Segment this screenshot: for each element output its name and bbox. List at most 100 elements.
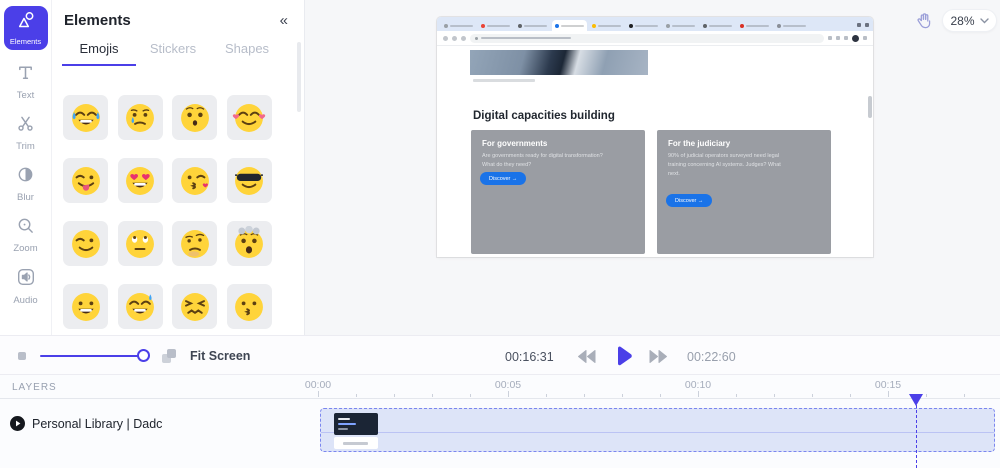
ruler-label: 00:10 (685, 379, 711, 391)
tab-title-skeleton (598, 25, 621, 27)
fit-screen-button[interactable]: Fit Screen (190, 349, 250, 363)
elements-icon (16, 10, 36, 35)
elements-panel: Elements « EmojisStickersShapes (52, 0, 305, 335)
address-bar (470, 34, 824, 43)
restore-icon (857, 23, 861, 27)
emoji-hushed-face[interactable] (172, 95, 217, 140)
card-for-the-judiciary: For the judiciary 90% of judicial operat… (657, 130, 831, 254)
play-button[interactable] (611, 336, 635, 376)
ruler-label: 00:05 (495, 379, 521, 391)
forward-icon (452, 36, 457, 41)
play-icon (611, 344, 635, 368)
extension-icon (828, 36, 832, 40)
ruler-tick (888, 391, 889, 397)
tab-favicon (629, 24, 633, 28)
tab-favicon (666, 24, 670, 28)
layer-item[interactable]: Personal Library | Dadc (10, 416, 162, 431)
emoji-thinking-face[interactable] (172, 221, 217, 266)
sidebar-item-label: Zoom (13, 243, 37, 254)
layer-name: Personal Library | Dadc (32, 417, 162, 431)
grinning-face-icon (68, 289, 104, 325)
emoji-face-with-tears-of-joy[interactable] (63, 95, 108, 140)
emoji-smiling-face-with-hearts[interactable] (227, 95, 272, 140)
ruler-tick (926, 394, 927, 398)
video-preview-frame[interactable]: Digital capacities building For governme… (437, 17, 873, 257)
clip-thumbnail (334, 413, 378, 435)
panel-tabs: EmojisStickersShapes (62, 41, 304, 66)
timeline-clip[interactable] (320, 408, 995, 452)
ruler-tick (584, 394, 585, 398)
layers-header: LAYERS (12, 382, 57, 393)
page-heading: Digital capacities building (473, 110, 615, 122)
ruler-tick (812, 394, 813, 398)
tab-title-skeleton (524, 25, 547, 27)
reload-icon (461, 36, 466, 41)
sidebar-item-text[interactable]: Text (16, 63, 35, 101)
emoji-winking-face-with-tongue[interactable] (63, 158, 108, 203)
padlock-icon (475, 37, 478, 40)
blur-icon (16, 165, 35, 189)
emoji-smiling-face-with-heart-eyes[interactable] (118, 158, 163, 203)
tab-emojis[interactable]: Emojis (62, 41, 136, 66)
card-title: For the judiciary (668, 139, 820, 148)
playhead-line (916, 405, 917, 468)
emoji-grinning-face-with-sweat[interactable] (118, 284, 163, 329)
close-icon (865, 23, 869, 27)
browser-toolbar (437, 31, 873, 46)
ruler-tick (356, 394, 357, 398)
emoji-face-with-rolling-eyes[interactable] (118, 221, 163, 266)
browser-tab (515, 20, 550, 31)
emoji-crying-face[interactable] (118, 95, 163, 140)
emoji-face-blowing-a-kiss[interactable] (172, 158, 217, 203)
emoji-exploding-head[interactable] (227, 221, 272, 266)
browser-tab (700, 20, 735, 31)
extension-icon (836, 36, 840, 40)
tab-shapes[interactable]: Shapes (210, 41, 284, 66)
pan-tool-button[interactable] (915, 12, 933, 30)
tab-favicon (592, 24, 596, 28)
card-for-governments: For governments Are governments ready fo… (471, 130, 645, 254)
browser-tab (552, 20, 587, 31)
fast-forward-button[interactable] (649, 336, 669, 376)
preview-canvas[interactable]: Digital capacities building For governme… (306, 0, 1000, 335)
audio-icon (16, 267, 36, 292)
sidebar-item-label: Blur (17, 192, 34, 203)
hushed-face-icon (177, 100, 213, 136)
emoji-winking-face[interactable] (63, 221, 108, 266)
ruler-tick (546, 394, 547, 398)
emoji-confounded-face[interactable] (172, 284, 217, 329)
slider-handle[interactable] (137, 349, 150, 362)
clip-label (334, 437, 378, 449)
zoom-level-dropdown[interactable]: 28% (942, 9, 997, 32)
timeline-zoom-slider[interactable] (40, 355, 148, 357)
zoom-in-icon[interactable] (162, 349, 176, 363)
ruler-tick (432, 394, 433, 398)
ruler-label: 00:15 (875, 379, 901, 391)
current-time: 00:16:31 (505, 350, 554, 364)
emoji-smiling-face-with-sunglasses[interactable] (227, 158, 272, 203)
winking-face-with-tongue-icon (68, 163, 104, 199)
play-circle-icon (10, 416, 25, 431)
emoji-kissing-face[interactable] (227, 284, 272, 329)
ruler-tick (660, 394, 661, 398)
photo-caption-skeleton (473, 79, 535, 82)
rewind-button[interactable] (576, 336, 596, 376)
tab-title-skeleton (561, 25, 584, 27)
sidebar-item-zoom[interactable]: Zoom (13, 216, 37, 254)
browser-tab (478, 20, 513, 31)
face-blowing-a-kiss-icon (177, 163, 213, 199)
zoom-out-icon[interactable] (18, 352, 26, 360)
timeline-ruler[interactable]: LAYERS 00:0000:0500:1000:15 (0, 375, 1000, 399)
sidebar-item-audio[interactable]: Audio (13, 267, 37, 306)
playhead[interactable] (909, 394, 923, 468)
face-with-tears-of-joy-icon (68, 100, 104, 136)
sidebar-item-trim[interactable]: Trim (16, 114, 35, 152)
sidebar-item-elements[interactable]: Elements (4, 6, 48, 50)
tab-stickers[interactable]: Stickers (136, 41, 210, 66)
tab-title-skeleton (746, 25, 769, 27)
sidebar-item-blur[interactable]: Blur (16, 165, 35, 203)
collapse-panel-button[interactable]: « (280, 13, 288, 28)
webpage-content: Digital capacities building For governme… (437, 46, 873, 257)
panel-scrollbar[interactable] (297, 42, 301, 112)
emoji-grinning-face[interactable] (63, 284, 108, 329)
